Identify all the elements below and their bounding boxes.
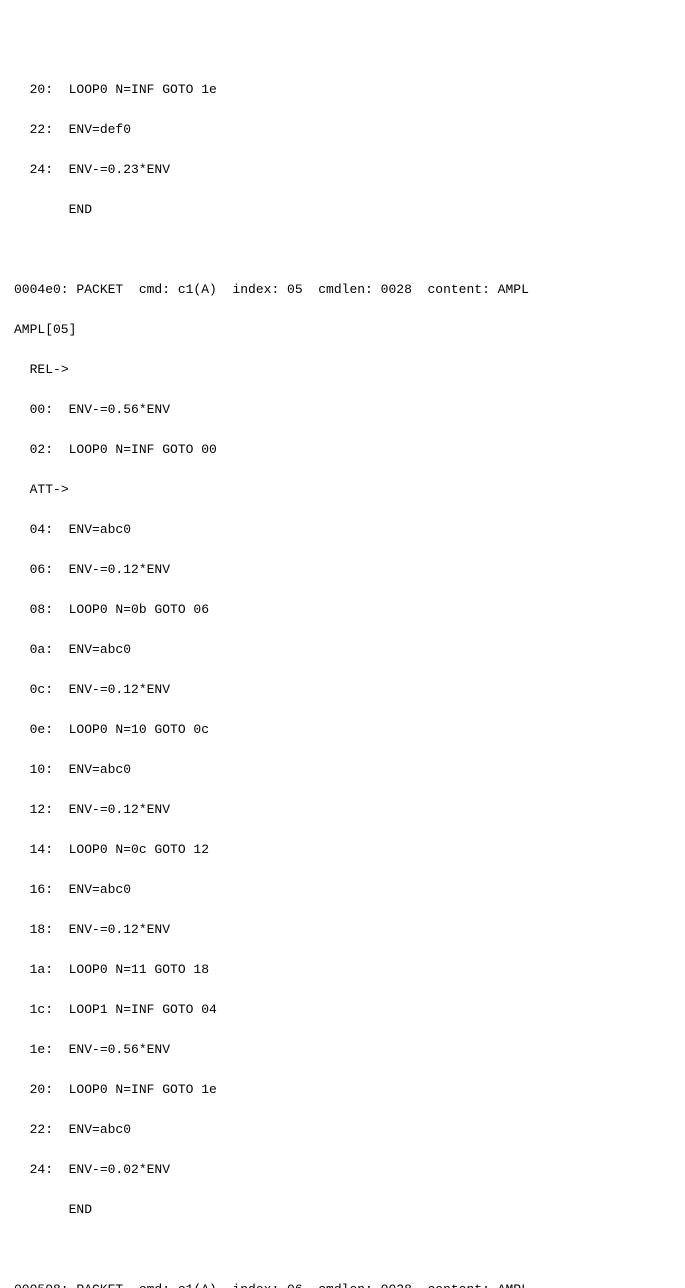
end-marker: END [69,1202,92,1217]
instruction: LOOP0 N=INF GOTO 00 [69,442,217,457]
line-number [14,202,69,217]
code-line: 06: ENV-=0.12*ENV [14,560,685,580]
blank-line [14,1240,685,1260]
code-line: 14: LOOP0 N=0c GOTO 12 [14,840,685,860]
instruction: ENV=abc0 [69,882,131,897]
code-line: 0a: ENV=abc0 [14,640,685,660]
instruction: ENV-=0.56*ENV [69,1042,170,1057]
line-number: 22: [14,1122,69,1137]
code-line: 1a: LOOP0 N=11 GOTO 18 [14,960,685,980]
instruction: LOOP0 N=11 GOTO 18 [69,962,209,977]
line-number: 0a: [14,642,69,657]
line-number: 1a: [14,962,69,977]
line-number [14,1202,69,1217]
instruction: ENV=def0 [69,122,131,137]
instruction: ENV=abc0 [69,642,131,657]
code-line: 02: LOOP0 N=INF GOTO 00 [14,440,685,460]
line-number: 06: [14,562,69,577]
instruction: ENV-=0.12*ENV [69,802,170,817]
instruction: ENV-=0.12*ENV [69,922,170,937]
instruction: ENV-=0.12*ENV [69,682,170,697]
instruction: ENV-=0.23*ENV [69,162,170,177]
packet-header: 0004e0: PACKET cmd: c1(A) index: 05 cmdl… [14,280,685,300]
packet-header: 000508: PACKET cmd: c1(A) index: 06 cmdl… [14,1280,685,1288]
code-line: 10: ENV=abc0 [14,760,685,780]
line-number: 14: [14,842,69,857]
code-line: 20: LOOP0 N=INF GOTO 1e [14,80,685,100]
code-line: 1c: LOOP1 N=INF GOTO 04 [14,1000,685,1020]
instruction: LOOP0 N=10 GOTO 0c [69,722,209,737]
instruction: ENV-=0.02*ENV [69,1162,170,1177]
line-number: 04: [14,522,69,537]
code-line: END [14,200,685,220]
code-line: 22: ENV=abc0 [14,1120,685,1140]
code-line: 18: ENV-=0.12*ENV [14,920,685,940]
code-line: 00: ENV-=0.56*ENV [14,400,685,420]
section-label: REL-> [14,360,685,380]
line-number: 08: [14,602,69,617]
code-line: 24: ENV-=0.23*ENV [14,160,685,180]
code-line: END [14,1200,685,1220]
instruction: LOOP0 N=0c GOTO 12 [69,842,209,857]
instruction: ENV=abc0 [69,762,131,777]
code-line: 20: LOOP0 N=INF GOTO 1e [14,1080,685,1100]
line-number: 24: [14,1162,69,1177]
instruction: LOOP0 N=INF GOTO 1e [69,82,217,97]
line-number: 18: [14,922,69,937]
instruction: LOOP0 N=INF GOTO 1e [69,1082,217,1097]
code-line: 16: ENV=abc0 [14,880,685,900]
code-line: 04: ENV=abc0 [14,520,685,540]
line-number: 20: [14,82,69,97]
packet-title: AMPL[05] [14,320,685,340]
line-number: 1c: [14,1002,69,1017]
line-number: 0c: [14,682,69,697]
line-number: 20: [14,1082,69,1097]
code-line: 24: ENV-=0.02*ENV [14,1160,685,1180]
line-number: 0e: [14,722,69,737]
end-marker: END [69,202,92,217]
line-number: 02: [14,442,69,457]
code-line: 08: LOOP0 N=0b GOTO 06 [14,600,685,620]
instruction: LOOP1 N=INF GOTO 04 [69,1002,217,1017]
line-number: 10: [14,762,69,777]
line-number: 00: [14,402,69,417]
instruction: ENV=abc0 [69,1122,131,1137]
code-line: 1e: ENV-=0.56*ENV [14,1040,685,1060]
code-line: 12: ENV-=0.12*ENV [14,800,685,820]
code-line: 22: ENV=def0 [14,120,685,140]
line-number: 24: [14,162,69,177]
line-number: 16: [14,882,69,897]
instruction: ENV-=0.12*ENV [69,562,170,577]
instruction: LOOP0 N=0b GOTO 06 [69,602,209,617]
code-line: 0e: LOOP0 N=10 GOTO 0c [14,720,685,740]
line-number: 1e: [14,1042,69,1057]
blank-line [14,240,685,260]
line-number: 12: [14,802,69,817]
instruction: ENV-=0.56*ENV [69,402,170,417]
code-line: 0c: ENV-=0.12*ENV [14,680,685,700]
line-number: 22: [14,122,69,137]
instruction: ENV=abc0 [69,522,131,537]
section-label: ATT-> [14,480,685,500]
